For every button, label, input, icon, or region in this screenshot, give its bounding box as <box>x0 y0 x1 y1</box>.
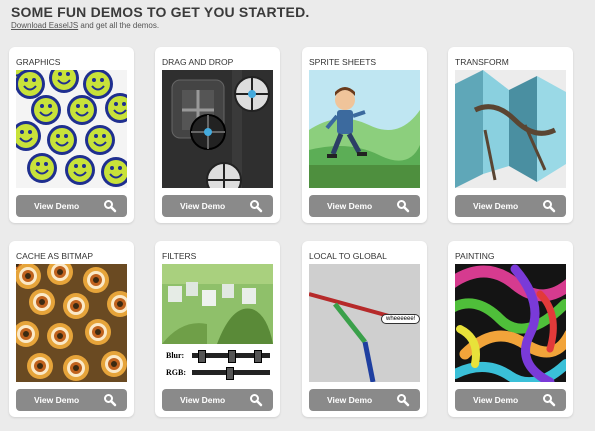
subtitle-text: and get all the demos. <box>78 21 160 30</box>
magnifier-icon <box>250 200 263 213</box>
magnifier-icon <box>543 394 556 407</box>
demo-title: TRANSFORM <box>455 57 509 67</box>
view-demo-label: View Demo <box>327 395 373 405</box>
demo-title: GRAPHICS <box>16 57 61 67</box>
demo-title: PAINTING <box>455 251 495 261</box>
drag-and-drop-thumbnail[interactable] <box>162 70 273 188</box>
demo-card-transform: TRANSFORM View Demo <box>448 47 573 223</box>
view-demo-label: View Demo <box>180 201 226 211</box>
view-demo-label: View Demo <box>327 201 373 211</box>
wheee-speech-bubble: wheeeeee! <box>381 314 420 324</box>
blur-slider[interactable] <box>192 350 270 363</box>
view-demo-label: View Demo <box>34 201 80 211</box>
view-demo-button[interactable]: View Demo <box>162 195 273 217</box>
view-demo-button[interactable]: View Demo <box>16 195 127 217</box>
demo-card-painting: PAINTING View Demo <box>448 241 573 417</box>
magnifier-icon <box>104 394 117 407</box>
magnifier-icon <box>397 394 410 407</box>
magnifier-icon <box>104 200 117 213</box>
blur-slider-handle[interactable] <box>228 350 236 363</box>
view-demo-label: View Demo <box>473 201 519 211</box>
view-demo-label: View Demo <box>180 395 226 405</box>
view-demo-label: View Demo <box>473 395 519 405</box>
cache-as-bitmap-thumbnail[interactable] <box>16 264 127 382</box>
view-demo-label: View Demo <box>34 395 80 405</box>
download-easeljs-link[interactable]: Download EaselJS <box>11 21 78 30</box>
rgb-slider[interactable] <box>192 367 270 380</box>
blur-slider-handle[interactable] <box>254 350 262 363</box>
rgb-slider-handle[interactable] <box>226 367 234 380</box>
view-demo-button[interactable]: View Demo <box>309 389 420 411</box>
transform-thumbnail[interactable] <box>455 70 566 188</box>
page-header: SOME FUN DEMOS TO GET YOU STARTED. Downl… <box>11 4 310 31</box>
demo-card-graphics: GRAPHICS View Demo <box>9 47 134 223</box>
filters-thumbnail[interactable]: Blur: RGB: <box>162 264 273 382</box>
magnifier-icon <box>543 200 556 213</box>
demo-card-sprite-sheets: SPRITE SHEETS View Demo <box>302 47 427 223</box>
painting-thumbnail[interactable] <box>455 264 566 382</box>
view-demo-button[interactable]: View Demo <box>162 389 273 411</box>
demo-card-drag-and-drop: DRAG AND DROP View Demo <box>155 47 280 223</box>
demo-card-cache-as-bitmap: CACHE AS BITMAP View Demo <box>9 241 134 417</box>
graphics-thumbnail[interactable] <box>16 70 127 188</box>
sprite-sheets-thumbnail[interactable] <box>309 70 420 188</box>
view-demo-button[interactable]: View Demo <box>309 195 420 217</box>
demo-title: SPRITE SHEETS <box>309 57 377 67</box>
demo-card-filters: FILTERS Blur: RGB: View Demo <box>155 241 280 417</box>
local-to-global-thumbnail[interactable]: wheeeeee! <box>309 264 420 382</box>
demo-title: CACHE AS BITMAP <box>16 251 93 261</box>
demo-title: DRAG AND DROP <box>162 57 234 67</box>
blur-slider-handle[interactable] <box>198 350 206 363</box>
demo-card-local-to-global: LOCAL TO GLOBAL wheeeeee! View Demo <box>302 241 427 417</box>
view-demo-button[interactable]: View Demo <box>455 195 566 217</box>
view-demo-button[interactable]: View Demo <box>455 389 566 411</box>
page-subtitle: Download EaselJS and get all the demos. <box>11 21 310 31</box>
rgb-label: RGB: <box>166 368 186 377</box>
demo-title: LOCAL TO GLOBAL <box>309 251 387 261</box>
demo-title: FILTERS <box>162 251 197 261</box>
page-title: SOME FUN DEMOS TO GET YOU STARTED. <box>11 4 310 20</box>
view-demo-button[interactable]: View Demo <box>16 389 127 411</box>
blur-label: Blur: <box>166 351 185 360</box>
magnifier-icon <box>250 394 263 407</box>
magnifier-icon <box>397 200 410 213</box>
